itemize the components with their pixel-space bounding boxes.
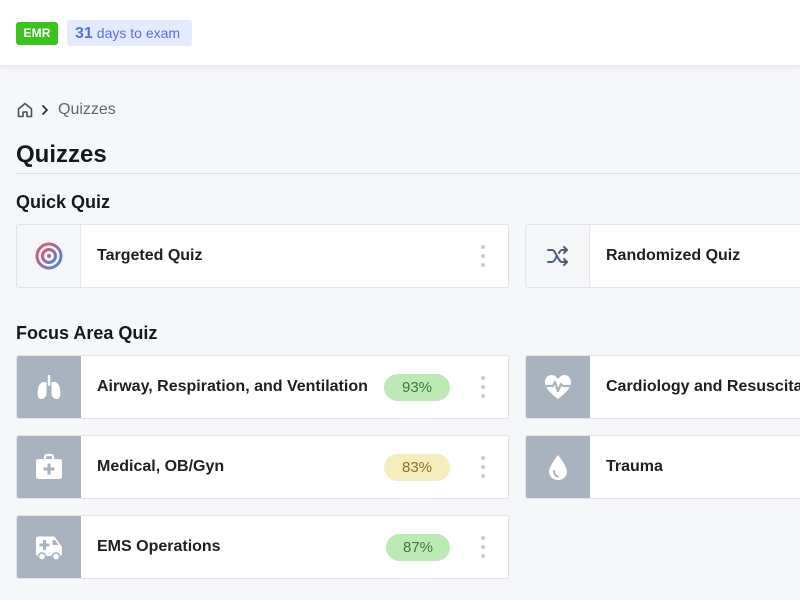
targeted-quiz-card[interactable]: Targeted Quiz <box>16 224 509 288</box>
exam-days-text: days to exam <box>96 25 181 41</box>
score-badge: 83% <box>384 454 450 481</box>
certification-level-badge: EMR <box>16 22 58 45</box>
focus-area-card-trauma[interactable]: Trauma <box>525 435 800 499</box>
shuffle-icon <box>526 225 590 287</box>
home-icon[interactable] <box>16 101 34 119</box>
focus-area-card-medical[interactable]: Medical, OB/Gyn 83% <box>16 435 509 499</box>
focus-area-card-cardiology[interactable]: Cardiology and Resuscitat <box>525 355 800 419</box>
top-bar: EMR 31 days to exam <box>0 0 800 66</box>
quick-quiz-label: Randomized Quiz <box>606 247 741 264</box>
lungs-icon <box>17 356 81 418</box>
quick-quiz-label: Targeted Quiz <box>97 247 203 264</box>
focus-area-card-ems-operations[interactable]: EMS Operations 87% <box>16 515 509 579</box>
focus-area-label: Medical, OB/Gyn <box>97 458 225 475</box>
medical-kit-icon <box>17 436 81 498</box>
focus-area-label: Airway, Respiration, and Ventilation <box>97 378 368 395</box>
target-icon <box>17 225 81 287</box>
score-badge: 87% <box>386 534 450 561</box>
breadcrumb-current: Quizzes <box>58 101 116 118</box>
chevron-right-icon <box>38 103 52 117</box>
title-divider <box>16 173 800 174</box>
randomized-quiz-card[interactable]: Randomized Quiz <box>525 224 800 288</box>
focus-area-card-airway[interactable]: Airway, Respiration, and Ventilation 93% <box>16 355 509 419</box>
more-options-icon[interactable] <box>480 376 486 398</box>
heartbeat-icon <box>526 356 590 418</box>
exam-countdown-chip: 31 days to exam <box>67 20 192 46</box>
quick-quiz-heading: Quick Quiz <box>16 192 111 212</box>
score-badge: 93% <box>384 374 450 401</box>
ambulance-icon <box>17 516 81 578</box>
blood-drop-icon <box>526 436 590 498</box>
focus-area-heading: Focus Area Quiz <box>16 323 158 343</box>
focus-area-label: EMS Operations <box>97 538 221 555</box>
page-title: Quizzes <box>16 141 107 168</box>
more-options-icon[interactable] <box>480 536 486 558</box>
more-options-icon[interactable] <box>480 456 486 478</box>
exam-days-number: 31 <box>75 25 93 42</box>
more-options-icon[interactable] <box>480 245 486 267</box>
focus-area-label: Cardiology and Resuscitat <box>606 378 800 395</box>
focus-area-label: Trauma <box>606 458 663 475</box>
breadcrumb: Quizzes <box>16 100 116 120</box>
